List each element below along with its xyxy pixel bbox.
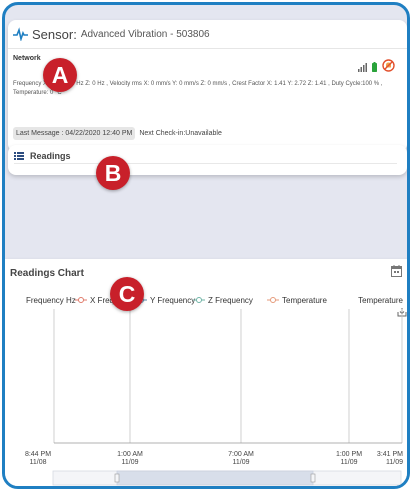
legend-item[interactable]: Temperature — [267, 296, 327, 305]
x-tick-date: 11/09 — [122, 459, 139, 466]
readings-title: Readings — [30, 151, 71, 161]
app-frame: Sensor: Advanced Vibration - 503806 Netw… — [0, 0, 415, 493]
marker-c: C — [110, 277, 144, 311]
marker-a: A — [43, 58, 77, 92]
last-message-row: Last Message : 04/22/2020 12:40 PM Next … — [13, 127, 222, 140]
x-tick-date: 11/09 — [386, 459, 403, 466]
legend-label: Temperature — [282, 296, 327, 305]
x-tick-time: 8:44 PM — [25, 451, 51, 458]
x-tick-date: 11/09 — [233, 459, 250, 466]
battery-icon — [372, 62, 377, 72]
list-icon — [14, 152, 24, 160]
x-tick-time: 7:00 AM — [228, 451, 254, 458]
chart-plot: Frequency Hz Temperature X FrequencyY Fr… — [25, 296, 407, 486]
legend-label: Z Frequency — [208, 296, 253, 305]
chart-grid — [53, 309, 403, 444]
chart-x-ticks: 8:44 PM11/081:00 AM11/097:00 AM11/091:00… — [25, 451, 403, 466]
x-tick-time: 1:00 PM — [336, 451, 362, 458]
sensor-name: Advanced Vibration - 503806 — [80, 28, 210, 40]
readings-card[interactable]: Readings — [8, 145, 407, 175]
marker-b: B — [96, 156, 130, 190]
navigator-left-handle[interactable] — [114, 473, 120, 483]
navigator-range[interactable] — [116, 470, 314, 486]
readings-divider — [14, 163, 397, 164]
readings-header[interactable]: Readings — [14, 151, 71, 161]
sensor-label: Sensor: — [32, 26, 77, 42]
pulse-icon — [13, 27, 28, 41]
network-label: Network — [13, 55, 41, 62]
legend-label: Y Frequency — [150, 296, 195, 305]
navigator-right-handle[interactable] — [310, 473, 316, 483]
signal-icon — [358, 63, 367, 72]
x-tick-time: 3:41 PM — [377, 451, 403, 458]
left-axis-label: Frequency Hz — [26, 296, 76, 305]
legend-item[interactable]: Y Frequency — [135, 296, 195, 305]
next-checkin-text: Next Check-in:Unavailable — [139, 130, 222, 137]
readings-chart-card: Readings Chart Frequency Hz Temperature — [5, 259, 407, 486]
legend-marker — [196, 297, 202, 303]
legend-marker — [270, 297, 276, 303]
x-tick-date: 11/08 — [30, 459, 47, 466]
legend-marker — [78, 297, 84, 303]
legend-item[interactable]: Z Frequency — [193, 296, 253, 305]
last-message-badge: Last Message : 04/22/2020 12:40 PM — [13, 127, 136, 140]
status-icons — [358, 59, 395, 72]
right-axis-label: Temperature — [358, 296, 403, 305]
sensor-header: Sensor: Advanced Vibration - 503806 — [8, 20, 407, 49]
chart-navigator[interactable] — [52, 470, 402, 486]
app-background: Sensor: Advanced Vibration - 503806 Netw… — [2, 2, 410, 489]
x-tick-date: 11/09 — [341, 459, 358, 466]
no-notification-icon[interactable] — [382, 59, 395, 72]
x-tick-time: 1:00 AM — [117, 451, 143, 458]
